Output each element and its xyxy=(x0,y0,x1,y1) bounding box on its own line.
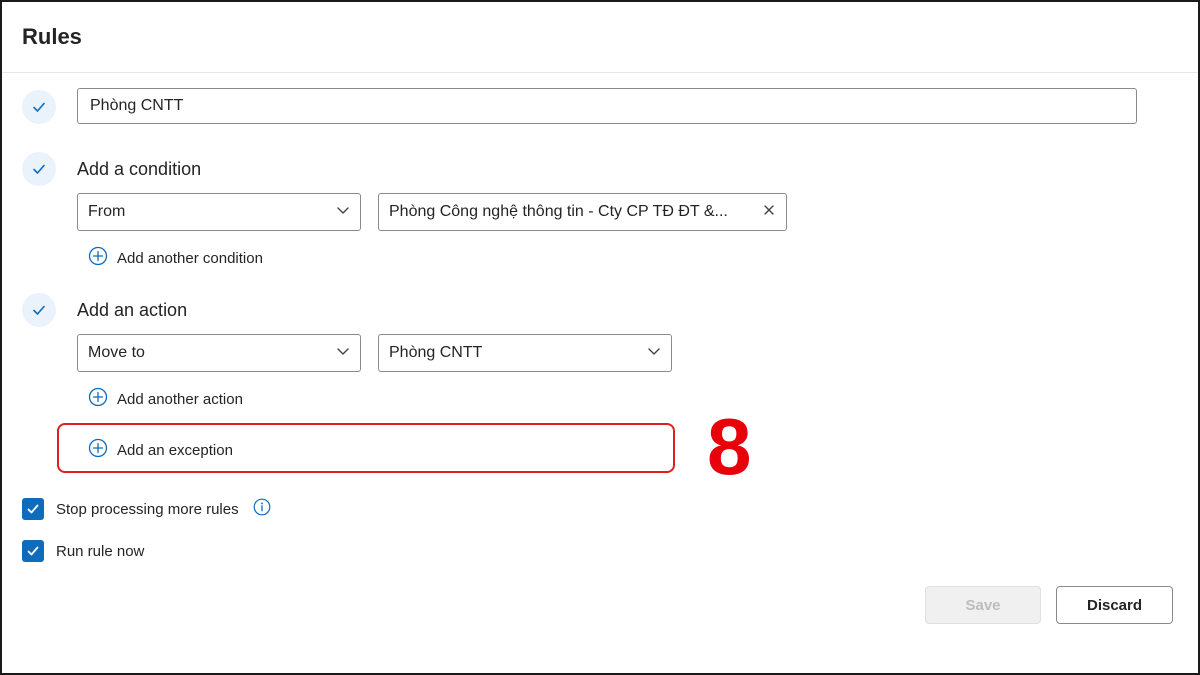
step-action-check-icon xyxy=(22,293,56,327)
rule-name-input[interactable]: Phòng CNTT xyxy=(77,88,1137,124)
add-another-condition-label: Add another condition xyxy=(117,249,263,267)
condition-heading: Add a condition xyxy=(77,159,202,179)
add-exception-button[interactable]: Add an exception xyxy=(88,438,233,462)
action-folder-dropdown[interactable]: Phòng CNTT xyxy=(378,334,672,372)
add-circle-icon xyxy=(88,387,108,411)
stop-processing-label: Stop processing more rules xyxy=(56,500,239,518)
close-icon[interactable] xyxy=(762,203,776,222)
stop-processing-option[interactable]: Stop processing more rules xyxy=(22,498,271,520)
step-name-check-icon xyxy=(22,90,56,124)
discard-button[interactable]: Discard xyxy=(1056,586,1173,624)
condition-field-value: From xyxy=(88,203,126,220)
chevron-down-icon xyxy=(647,344,661,363)
add-circle-icon xyxy=(88,246,108,270)
action-folder-value: Phòng CNTT xyxy=(389,344,483,361)
add-circle-icon xyxy=(88,438,108,462)
step-number-annotation: 8 xyxy=(707,402,752,491)
add-exception-label: Add an exception xyxy=(117,441,233,459)
chevron-down-icon xyxy=(336,203,350,222)
save-button[interactable]: Save xyxy=(925,586,1041,624)
add-another-action-label: Add another action xyxy=(117,390,243,408)
run-rule-now-label: Run rule now xyxy=(56,542,145,560)
add-another-action-button[interactable]: Add another action xyxy=(88,387,243,411)
action-field-value: Move to xyxy=(88,344,145,361)
chevron-down-icon xyxy=(336,344,350,363)
stop-processing-checkbox[interactable] xyxy=(22,498,44,520)
condition-value-text: Phòng Công nghệ thông tin - Cty CP TĐ ĐT… xyxy=(389,203,728,220)
info-icon[interactable] xyxy=(253,498,271,520)
condition-value-field[interactable]: Phòng Công nghệ thông tin - Cty CP TĐ ĐT… xyxy=(378,193,787,231)
page-title: Rules xyxy=(22,24,82,49)
step-condition-check-icon xyxy=(22,152,56,186)
panel-header: Rules xyxy=(2,2,1198,73)
rules-panel: Rules Phòng CNTT Add a condition From Ph… xyxy=(0,0,1200,675)
run-rule-now-checkbox[interactable] xyxy=(22,540,44,562)
action-field-dropdown[interactable]: Move to xyxy=(77,334,361,372)
action-heading: Add an action xyxy=(77,300,188,320)
run-rule-now-option[interactable]: Run rule now xyxy=(22,540,144,562)
condition-field-dropdown[interactable]: From xyxy=(77,193,361,231)
add-another-condition-button[interactable]: Add another condition xyxy=(88,246,263,270)
